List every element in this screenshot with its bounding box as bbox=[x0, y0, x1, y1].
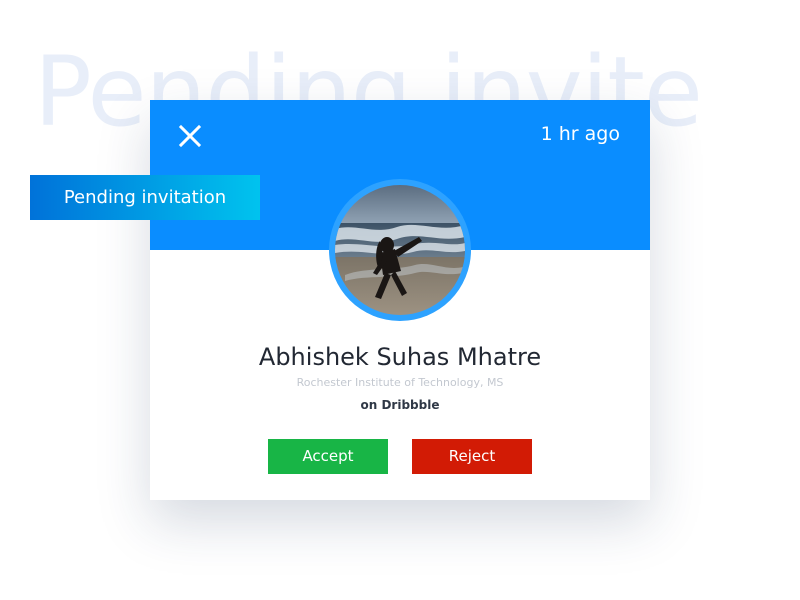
close-icon bbox=[174, 120, 206, 152]
invitee-name: Abhishek Suhas Mhatre bbox=[258, 343, 542, 371]
time-ago: 1 hr ago bbox=[540, 123, 620, 145]
reject-button[interactable]: Reject bbox=[412, 439, 532, 474]
invite-card: 1 hr ago Abhishek Suhas Mhatre Rochester… bbox=[150, 100, 650, 500]
close-button[interactable] bbox=[174, 120, 206, 152]
accept-button[interactable]: Accept bbox=[268, 439, 388, 474]
invite-source: on Dribbble bbox=[360, 398, 440, 412]
pending-invitation-label: Pending invitation bbox=[30, 175, 260, 220]
avatar bbox=[335, 185, 465, 315]
invitee-school: Rochester Institute of Technology, MS bbox=[296, 376, 504, 389]
avatar-ring bbox=[329, 179, 471, 321]
